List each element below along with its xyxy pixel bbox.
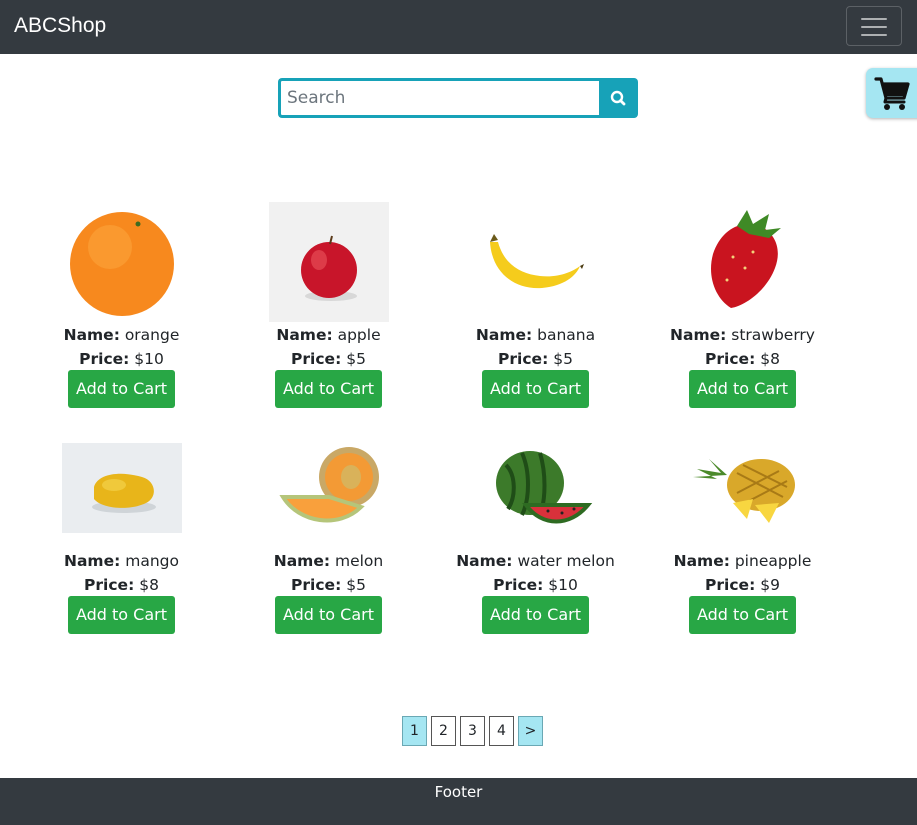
product-name-value: mango <box>125 552 179 570</box>
product-price: Price: $8 <box>639 350 846 368</box>
name-label: Name: <box>456 552 513 570</box>
price-label: Price: <box>79 350 130 368</box>
name-label: Name: <box>63 326 120 344</box>
product-name: Name: melon <box>225 552 432 570</box>
price-label: Price: <box>291 350 342 368</box>
product-name: Name: pineapple <box>639 552 846 570</box>
product-card: Name: orange Price: $10 Add to Cart <box>18 202 225 412</box>
cart-button[interactable] <box>866 68 917 118</box>
mango-image <box>62 443 182 533</box>
hamburger-icon-line <box>861 34 887 36</box>
product-card: Name: mango Price: $8 Add to Cart <box>18 443 225 643</box>
price-label: Price: <box>498 350 549 368</box>
product-name: Name: strawberry <box>639 326 846 344</box>
product-name: Name: banana <box>432 326 639 344</box>
cart-icon <box>874 77 910 110</box>
product-card: Name: melon Price: $5 Add to Cart <box>225 443 432 643</box>
price-label: Price: <box>84 576 135 594</box>
navbar: ABCShop <box>0 0 917 54</box>
brand-logo[interactable]: ABCShop <box>14 14 106 38</box>
product-price: Price: $10 <box>432 576 639 594</box>
search-input[interactable] <box>278 78 600 118</box>
footer-text: Footer <box>434 783 483 801</box>
price-label: Price: <box>705 350 756 368</box>
pagination: 1 2 3 4 > <box>402 716 543 746</box>
product-name-value: melon <box>334 552 384 570</box>
product-price-value: $5 <box>346 576 366 594</box>
price-label: Price: <box>705 576 756 594</box>
product-price: Price: $8 <box>18 576 225 594</box>
product-name-value: strawberry <box>731 326 815 344</box>
search-icon <box>610 90 626 106</box>
page-4-button[interactable]: 4 <box>489 716 514 746</box>
add-to-cart-button[interactable]: Add to Cart <box>689 370 796 408</box>
add-to-cart-button[interactable]: Add to Cart <box>689 596 796 634</box>
next-page-button[interactable]: > <box>518 716 543 746</box>
page-3-button[interactable]: 3 <box>460 716 485 746</box>
product-card: Name: banana Price: $5 Add to Cart <box>432 202 639 412</box>
name-label: Name: <box>276 326 333 344</box>
add-to-cart-button[interactable]: Add to Cart <box>482 596 589 634</box>
product-name-value: pineapple <box>734 552 812 570</box>
product-price: Price: $5 <box>225 350 432 368</box>
product-price-value: $10 <box>134 350 164 368</box>
product-price: Price: $10 <box>18 350 225 368</box>
product-price-value: $5 <box>346 350 366 368</box>
add-to-cart-button[interactable]: Add to Cart <box>68 596 175 634</box>
name-label: Name: <box>475 326 533 344</box>
price-label: Price: <box>493 576 544 594</box>
product-name: Name: apple <box>225 326 432 344</box>
menu-toggle-button[interactable] <box>846 6 902 46</box>
apple-image <box>269 202 389 322</box>
watermelon-image <box>496 451 593 524</box>
footer: Footer <box>0 778 917 825</box>
product-name-value: water melon <box>517 552 615 570</box>
product-price-value: $8 <box>139 576 159 594</box>
hamburger-icon-line <box>861 26 887 28</box>
product-name-value: apple <box>337 326 381 344</box>
add-to-cart-button[interactable]: Add to Cart <box>275 370 382 408</box>
name-label: Name: <box>64 552 121 570</box>
search-button[interactable] <box>599 78 638 118</box>
name-label: Name: <box>673 552 730 570</box>
name-label: Name: <box>670 326 727 344</box>
product-name: Name: water melon <box>432 552 639 570</box>
pineapple-image <box>693 459 795 523</box>
product-price: Price: $5 <box>225 576 432 594</box>
orange-image <box>70 212 174 316</box>
price-label: Price: <box>291 576 342 594</box>
add-to-cart-button[interactable]: Add to Cart <box>68 370 175 408</box>
add-to-cart-button[interactable]: Add to Cart <box>482 370 589 408</box>
name-label: Name: <box>273 552 331 570</box>
add-to-cart-button[interactable]: Add to Cart <box>275 596 382 634</box>
product-price: Price: $5 <box>432 350 639 368</box>
product-price-value: $8 <box>760 350 780 368</box>
melon-image <box>279 447 379 523</box>
product-price-value: $5 <box>553 350 573 368</box>
search-bar <box>278 78 638 118</box>
product-name: Name: orange <box>18 326 225 344</box>
hamburger-icon-line <box>861 18 887 20</box>
product-card: Name: apple Price: $5 Add to Cart <box>225 202 432 412</box>
product-card: Name: water melon Price: $10 Add to Cart <box>432 443 639 643</box>
page-1-button[interactable]: 1 <box>402 716 427 746</box>
product-card: Name: pineapple Price: $9 Add to Cart <box>639 443 846 643</box>
strawberry-image <box>711 210 781 308</box>
product-price: Price: $9 <box>639 576 846 594</box>
product-card: Name: strawberry Price: $8 Add to Cart <box>639 202 846 412</box>
product-price-value: $10 <box>548 576 578 594</box>
product-price-value: $9 <box>760 576 780 594</box>
banana-image <box>490 234 584 289</box>
product-name-value: orange <box>124 326 180 344</box>
product-name-value: banana <box>537 326 596 344</box>
page-2-button[interactable]: 2 <box>431 716 456 746</box>
product-name: Name: mango <box>18 552 225 570</box>
